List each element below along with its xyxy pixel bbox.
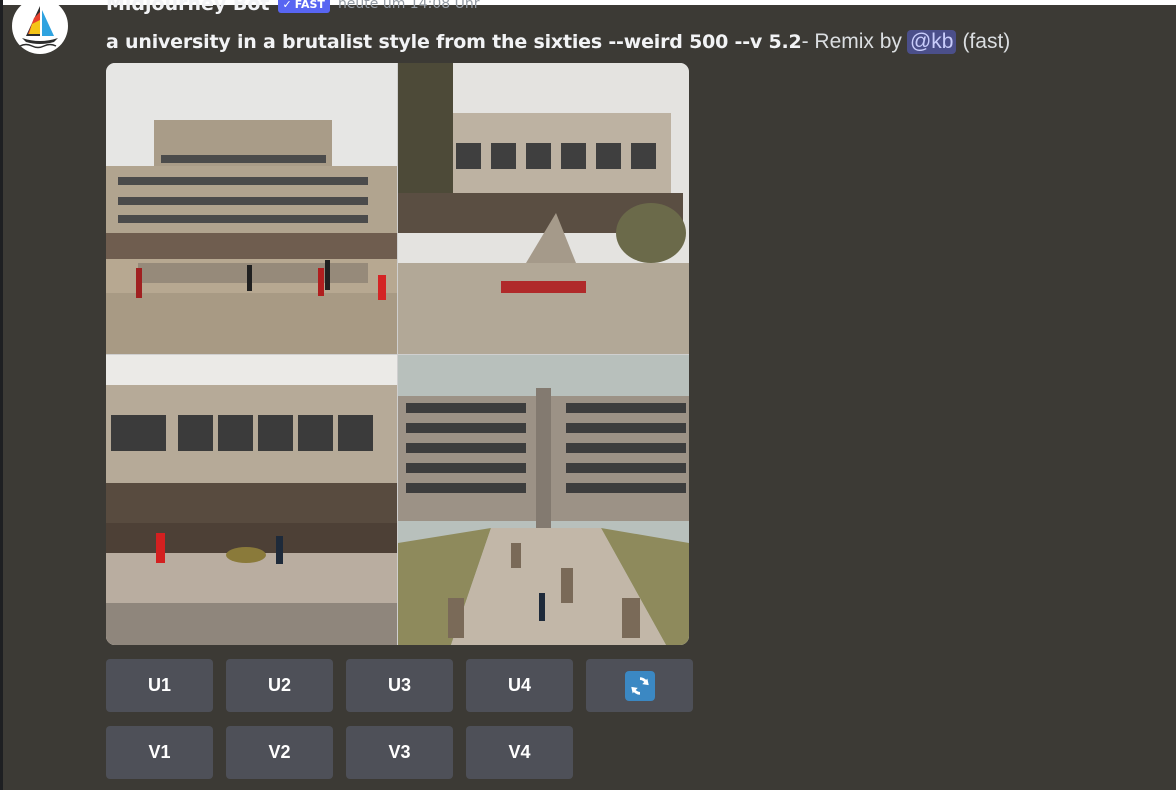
bot-tag-label: FAST: [294, 0, 325, 11]
prompt-text: a university in a brutalist style from t…: [106, 31, 802, 53]
v2-button[interactable]: V2: [226, 726, 333, 779]
u1-button[interactable]: U1: [106, 659, 213, 712]
image-quadrant-3: [106, 355, 397, 645]
timestamp: heute um 14:08 Uhr: [337, 0, 480, 12]
image-quadrant-1: [106, 63, 397, 354]
variation-buttons: V1 V2 V3 V4: [106, 726, 573, 779]
remix-text: - Remix by: [801, 30, 902, 53]
left-border: [0, 0, 3, 790]
bot-tag: ✓ FAST: [277, 0, 330, 13]
refresh-icon: [624, 670, 655, 701]
user-mention[interactable]: @kb: [906, 30, 957, 54]
message-content: a university in a brutalist style from t…: [106, 27, 1010, 57]
v1-button[interactable]: V1: [106, 726, 213, 779]
check-icon: ✓: [282, 0, 292, 11]
image-quadrant-4: [398, 355, 689, 645]
v3-button[interactable]: V3: [346, 726, 453, 779]
bot-avatar[interactable]: [12, 0, 68, 54]
u3-button[interactable]: U3: [346, 659, 453, 712]
message-header: Midjourney Bot ✓ FAST heute um 14:08 Uhr: [106, 0, 479, 16]
u2-button[interactable]: U2: [226, 659, 333, 712]
mode-text: (fast): [962, 30, 1011, 53]
sailboat-icon: [19, 6, 58, 49]
image-quadrant-2: [398, 63, 689, 354]
u4-button[interactable]: U4: [466, 659, 573, 712]
v4-button[interactable]: V4: [466, 726, 573, 779]
upscale-buttons: U1 U2 U3 U4: [106, 659, 693, 712]
reroll-button[interactable]: [586, 659, 693, 712]
generated-image-grid[interactable]: [106, 63, 689, 645]
username[interactable]: Midjourney Bot: [106, 0, 270, 15]
